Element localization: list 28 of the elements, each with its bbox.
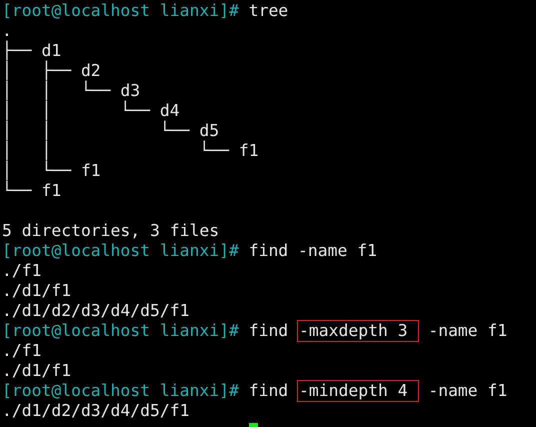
command-text: find -name f1 — [248, 241, 377, 261]
output-line: └── f1 — [2, 181, 62, 201]
command-text: -name f1 — [428, 321, 508, 341]
output-line: ./d1/d2/d3/d4/d5/f1 — [2, 301, 190, 321]
output-line: 5 directories, 3 files — [2, 221, 220, 241]
shell-prompt: [root@localhost lianxi]# — [2, 381, 239, 401]
command-text: find — [248, 321, 288, 341]
shell-prompt: [root@localhost lianxi]# — [2, 1, 239, 21]
highlighted-option: -maxdepth 3 — [298, 321, 418, 341]
output-line: . — [2, 21, 12, 40]
output-line: ├── d1 — [2, 41, 62, 60]
output-line: │ │ └── f1 — [2, 141, 259, 160]
output-line: │ │ └── d4 — [2, 101, 180, 120]
highlighted-option: -mindepth 4 — [298, 381, 418, 401]
output-line: │ │ └── d5 — [2, 121, 220, 140]
command-text: tree — [248, 1, 288, 21]
output-line: │ ├── d2 — [2, 61, 101, 80]
output-line: ./d1/f1 — [2, 281, 72, 301]
output-line: │ │ └── d3 — [2, 81, 140, 100]
command-text: -name f1 — [428, 381, 508, 401]
shell-prompt: [root@localhost lianxi]# — [2, 241, 239, 261]
shell-prompt: [root@localhost lianxi]# — [2, 321, 239, 341]
output-line: ./f1 — [2, 341, 42, 361]
command-text: find — [248, 381, 288, 401]
output-line: ./d1/d2/d3/d4/d5/f1 — [2, 401, 190, 421]
output-line: ./f1 — [2, 261, 42, 281]
output-line: ./d1/f1 — [2, 361, 72, 381]
output-line: │ └── f1 — [2, 161, 101, 180]
